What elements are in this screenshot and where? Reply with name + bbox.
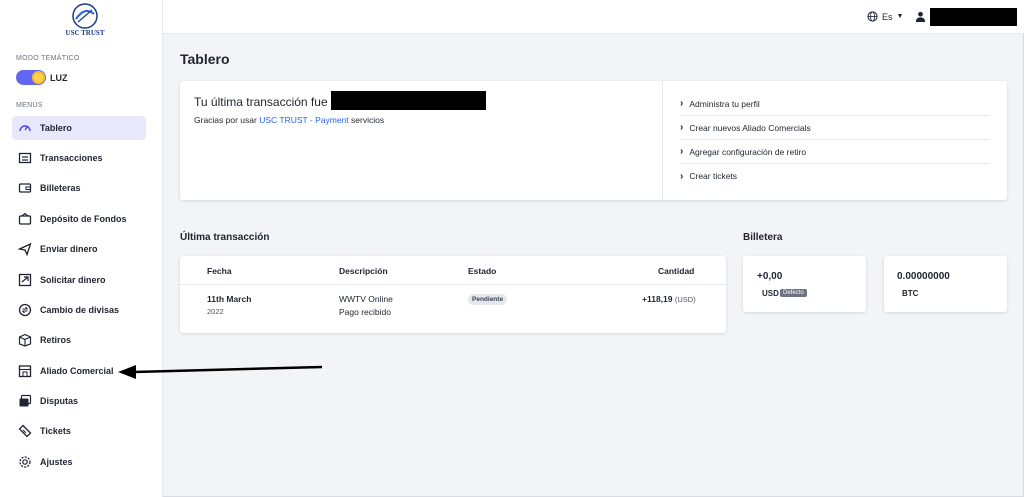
table-header-divider	[180, 284, 726, 285]
speedometer-icon	[18, 121, 32, 135]
tx-year: 2022	[207, 307, 224, 316]
col-estado: Estado	[468, 266, 497, 276]
tx-description-line1: WWTV Online	[339, 294, 393, 304]
dispute-icon	[18, 394, 32, 408]
sidebar-item-tickets[interactable]: Tickets	[12, 419, 146, 443]
topbar: Es ▼	[163, 0, 1024, 34]
wallet-usd-value: +0,00	[757, 271, 783, 282]
wallet-btc-currency: BTC	[902, 289, 919, 298]
transactions-icon	[18, 151, 32, 165]
sidebar-item-cambio[interactable]: Cambio de divisas	[12, 298, 146, 322]
link-administra-perfil[interactable]: › Administra tu perfil	[680, 92, 989, 116]
link-crear-tickets[interactable]: › Crear tickets	[680, 164, 989, 188]
wallet-title: Billetera	[743, 232, 783, 243]
last-transaction-heading: Tu última transacción fue	[194, 95, 328, 109]
sidebar-item-transacciones[interactable]: Transacciones	[12, 146, 146, 170]
store-icon	[18, 364, 32, 378]
default-badge: Defecto	[780, 289, 807, 297]
send-icon	[18, 242, 32, 256]
wallet-card-usd[interactable]	[743, 256, 866, 312]
chevron-right-icon: ›	[680, 98, 684, 109]
globe-icon	[867, 11, 878, 22]
theme-toggle[interactable]	[16, 70, 46, 85]
sun-icon	[32, 71, 45, 84]
user-icon[interactable]	[915, 11, 926, 22]
exchange-icon	[18, 303, 32, 317]
sidebar: USC TRUST MODO TEMÁTICO LUZ MENÚS Tabler…	[0, 0, 163, 497]
wallet-card-btc[interactable]	[884, 256, 1007, 312]
ticket-icon	[18, 424, 32, 438]
request-money-icon	[18, 273, 32, 287]
wallet-usd-currency: USD	[762, 289, 779, 298]
last-transaction-title: Última transacción	[180, 232, 270, 243]
welcome-subtitle: Gracias por usar USC TRUST - Payment ser…	[194, 115, 385, 125]
gear-icon	[18, 455, 32, 469]
col-cantidad: Cantidad	[658, 266, 695, 276]
annotation-arrow	[118, 365, 323, 379]
withdraw-box-icon	[18, 333, 32, 347]
theme-toggle-label: LUZ	[50, 73, 68, 83]
language-selector[interactable]: Es ▼	[867, 11, 903, 22]
chevron-right-icon: ›	[680, 122, 684, 133]
payment-service-link[interactable]: USC TRUST - Payment	[259, 115, 348, 125]
sidebar-item-enviar[interactable]: Enviar dinero	[12, 237, 146, 261]
language-label: Es	[882, 11, 893, 22]
sidebar-item-deposito[interactable]: Depósito de Fondos	[12, 207, 146, 231]
sidebar-item-tablero[interactable]: Tablero	[12, 116, 146, 140]
theme-section-label: MODO TEMÁTICO	[16, 55, 80, 62]
chevron-right-icon: ›	[680, 146, 684, 157]
sidebar-item-billeteras[interactable]: Billeteras	[12, 176, 146, 200]
tx-date: 11th March	[207, 294, 252, 304]
page-title: Tablero	[180, 51, 230, 67]
col-fecha: Fecha	[207, 266, 232, 276]
svg-text:USC TRUST: USC TRUST	[66, 29, 105, 37]
sidebar-item-solicitar[interactable]: Solicitar dinero	[12, 268, 146, 292]
sidebar-item-retiros[interactable]: Retiros	[12, 328, 146, 352]
wallet-btc-value: 0.00000000	[897, 271, 950, 282]
menus-section-label: MENÚS	[16, 102, 43, 109]
status-badge: Pendiente	[468, 294, 508, 305]
link-agregar-retiro[interactable]: › Agregar configuración de retiro	[680, 140, 989, 164]
welcome-card: Tu última transacción fue Gracias por us…	[180, 81, 1007, 200]
col-descripcion: Descripción	[339, 266, 388, 276]
tx-description-line2: Pago recibido	[339, 307, 391, 317]
usc-trust-logo[interactable]: USC TRUST	[44, 2, 126, 38]
wallet-icon	[18, 181, 32, 195]
redacted-transaction-value	[331, 91, 486, 110]
chevron-right-icon: ›	[680, 170, 684, 182]
redacted-username[interactable]	[930, 8, 1017, 26]
deposit-icon	[18, 212, 32, 226]
card-divider	[662, 81, 663, 200]
sidebar-item-disputas[interactable]: Disputas	[12, 389, 146, 413]
caret-down-icon: ▼	[896, 13, 904, 20]
tx-amount: +118,19 (USD)	[642, 294, 696, 304]
link-crear-aliado[interactable]: › Crear nuevos Aliado Comercials	[680, 116, 989, 140]
sidebar-item-ajustes[interactable]: Ajustes	[12, 450, 146, 474]
